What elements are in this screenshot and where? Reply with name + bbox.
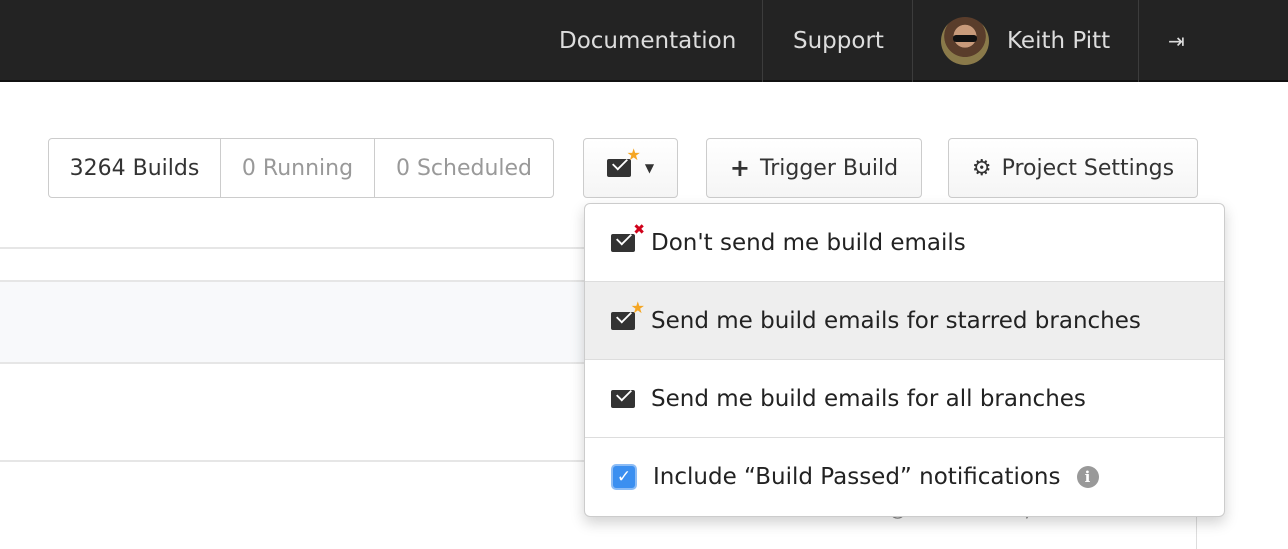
running-count[interactable]: 0 Running [221,139,375,197]
menu-item-all-branches[interactable]: Send me build emails for all branches [585,360,1224,438]
caret-down-icon: ▼ [644,161,655,175]
star-icon: ★ [630,297,645,317]
project-settings-button[interactable]: ⚙ Project Settings [948,138,1198,198]
star-icon: ★ [626,145,641,164]
nav-divider [1138,0,1139,82]
top-navbar: Documentation Support Keith Pitt ⇥ [0,0,1288,82]
gear-icon: ⚙ [971,155,992,181]
builds-count[interactable]: 3264 Builds [49,139,221,197]
nav-support[interactable]: Support [793,0,884,82]
scheduled-count[interactable]: 0 Scheduled [375,139,553,197]
trigger-build-button[interactable]: + Trigger Build [706,138,922,198]
email-settings-button[interactable]: ★ ▼ [583,138,678,198]
nav-user[interactable]: Keith Pitt [941,0,1110,82]
avatar [941,17,989,65]
envelope-icon: ★ [606,147,641,177]
build-passed-checkbox-row[interactable]: ✓ Include “Build Passed” notifications i [585,438,1224,516]
trigger-build-label: Trigger Build [760,155,899,181]
envelope-icon: ★ [611,299,645,330]
menu-item-label: Send me build emails for all branches [651,385,1086,412]
nav-documentation[interactable]: Documentation [559,0,736,82]
nav-divider [762,0,763,82]
user-name: Keith Pitt [1007,28,1111,54]
checkbox-label: Include “Build Passed” notifications [653,464,1061,490]
envelope-icon: ✖ [611,222,645,252]
build-passed-checkbox[interactable]: ✓ [611,464,637,490]
build-stats-group: 3264 Builds 0 Running 0 Scheduled [48,138,554,198]
cross-icon: ✖ [633,221,645,238]
menu-item-starred-branches[interactable]: ★ Send me build emails for starred branc… [585,282,1224,360]
email-dropdown-menu: ✖ Don't send me build emails ★ Send me b… [584,203,1225,517]
plus-icon: + [729,154,750,182]
logout-icon[interactable]: ⇥ [1168,0,1185,82]
envelope-icon [611,389,635,408]
menu-item-label: Send me build emails for starred branche… [651,307,1141,334]
menu-item-no-emails[interactable]: ✖ Don't send me build emails [585,204,1224,282]
info-icon[interactable]: i [1076,466,1099,488]
project-settings-label: Project Settings [1001,155,1175,181]
nav-divider [912,0,913,82]
menu-item-label: Don't send me build emails [651,229,966,256]
